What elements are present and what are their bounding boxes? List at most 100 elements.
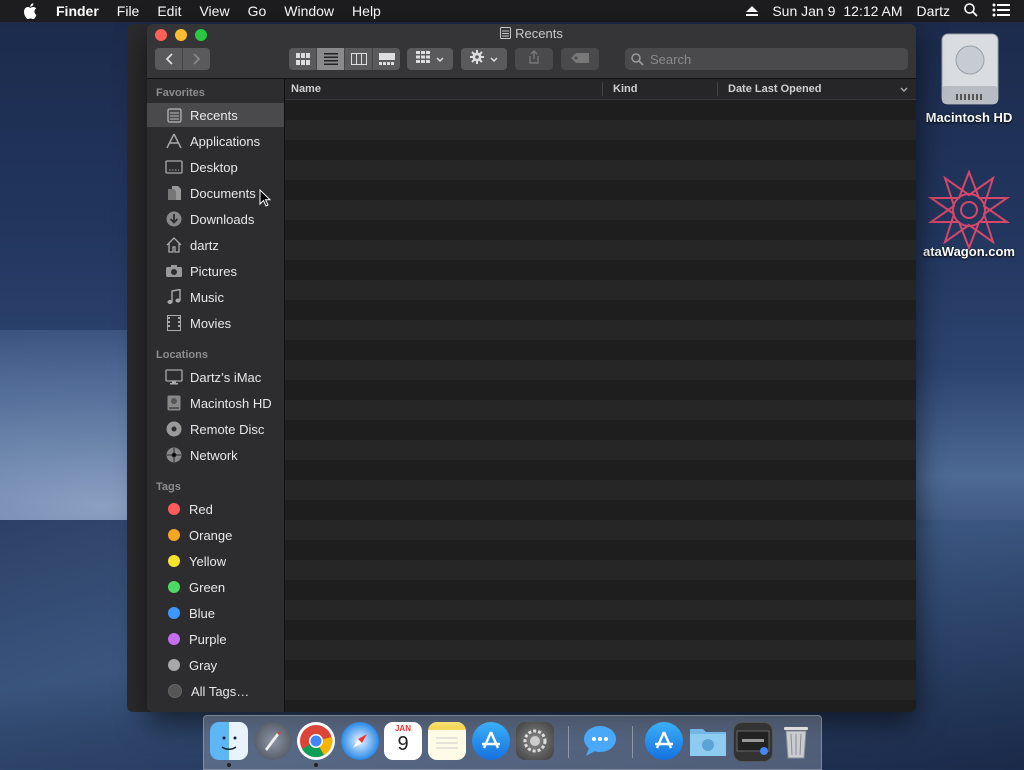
sidebar-item-macintosh-hd[interactable]: Macintosh HD [147, 391, 284, 415]
search-icon [631, 52, 644, 66]
sidebar-tag-purple[interactable]: Purple [147, 627, 284, 651]
menu-file[interactable]: File [117, 3, 140, 19]
home-icon [164, 236, 184, 254]
menu-window[interactable]: Window [284, 3, 334, 19]
spotlight-search-icon[interactable] [964, 2, 978, 20]
search-field[interactable]: Search [625, 48, 908, 70]
dock-messages-icon[interactable] [581, 722, 619, 760]
share-icon [528, 49, 540, 69]
sidebar-item-imac[interactable]: Dartz’s iMac [147, 365, 284, 389]
dock-screenshot-icon[interactable] [733, 722, 773, 762]
column-divider[interactable] [717, 82, 718, 96]
column-divider[interactable] [602, 82, 603, 96]
dock-app-store-folder-icon[interactable] [645, 722, 683, 760]
tag-color-dot [168, 633, 180, 645]
window-title: Recents [147, 26, 916, 42]
forward-button[interactable] [183, 48, 210, 70]
sort-chevron-down-icon[interactable] [900, 84, 908, 96]
desktop-icon-label: ataWagon.com [923, 244, 1015, 259]
title-bar[interactable]: Recents Search [147, 24, 916, 79]
menu-help[interactable]: Help [352, 3, 381, 19]
recents-icon [164, 106, 184, 124]
sidebar-item-movies[interactable]: Movies [147, 311, 284, 335]
desktop-icon-datawagon[interactable]: ataWagon.com [914, 168, 1024, 259]
desktop-icon [164, 158, 184, 176]
sidebar-tag-label: Red [189, 501, 213, 517]
hard-drive-icon [934, 30, 1004, 110]
sidebar-tag-label: Purple [189, 631, 227, 647]
sidebar-item-label: Remote Disc [190, 421, 265, 437]
view-mode-control [289, 48, 400, 70]
column-header-date-last-opened[interactable]: Date Last Opened [728, 83, 822, 95]
desktop-icon-macintosh-hd[interactable]: Macintosh HD [914, 30, 1024, 125]
sidebar-item-remote-disc[interactable]: Remote Disc [147, 417, 284, 441]
action-button[interactable] [461, 48, 507, 70]
sidebar-item-network[interactable]: Network [147, 443, 284, 467]
dock-finder-icon[interactable] [210, 722, 248, 760]
music-icon [164, 288, 184, 306]
sidebar-item-applications[interactable]: Applications [147, 129, 284, 153]
gallery-view-button[interactable] [373, 48, 400, 70]
running-indicator [227, 763, 231, 767]
gear-icon [470, 49, 484, 69]
dock-folder-icon[interactable] [689, 722, 727, 760]
column-view-button[interactable] [345, 48, 373, 70]
column-header-kind[interactable]: Kind [613, 83, 637, 95]
mouse-cursor-icon [259, 188, 272, 212]
column-header-row: Name Kind Date Last Opened [285, 79, 916, 100]
sidebar-item-recents[interactable]: Recents [147, 103, 284, 127]
edit-tags-button[interactable] [561, 48, 599, 70]
file-list-rows[interactable] [285, 100, 916, 712]
menubar-user[interactable]: Dartz [917, 3, 950, 19]
tag-color-dot [168, 555, 180, 567]
sidebar-item-label: Music [190, 289, 224, 305]
dock-launchpad-icon[interactable] [254, 722, 292, 760]
sidebar-item-home[interactable]: dartz [147, 233, 284, 257]
sidebar-tag-red[interactable]: Red [147, 497, 284, 521]
notification-center-icon[interactable] [992, 3, 1010, 20]
dock-notes-icon[interactable] [428, 722, 466, 760]
sidebar-all-tags[interactable]: All Tags… [147, 679, 284, 703]
sidebar-tag-label: Gray [189, 657, 218, 673]
imac-icon [164, 368, 184, 386]
icon-view-button[interactable] [289, 48, 317, 70]
sidebar-item-desktop[interactable]: Desktop [147, 155, 284, 179]
sidebar-item-label: Movies [190, 315, 232, 331]
sidebar-item-pictures[interactable]: Pictures [147, 259, 284, 283]
sidebar-item-label: Recents [190, 107, 238, 123]
menu-app-name[interactable]: Finder [56, 3, 99, 19]
downloads-icon [164, 210, 184, 228]
menubar-time[interactable]: 12:12 AM [843, 3, 902, 19]
group-by-button[interactable] [407, 48, 453, 70]
file-list[interactable]: Name Kind Date Last Opened [285, 79, 916, 712]
dock-system-preferences-icon[interactable] [516, 722, 554, 760]
sidebar-tag-blue[interactable]: Blue [147, 601, 284, 625]
dock-trash-icon[interactable] [777, 722, 815, 760]
menu-view[interactable]: View [199, 3, 229, 19]
menu-edit[interactable]: Edit [157, 3, 181, 19]
sidebar-tag-orange[interactable]: Orange [147, 523, 284, 547]
nav-buttons [155, 48, 210, 70]
sidebar-item-label: Desktop [190, 159, 238, 175]
eject-icon[interactable] [746, 3, 759, 19]
sidebar-item-label: Documents [190, 185, 256, 201]
column-header-name[interactable]: Name [291, 83, 321, 95]
back-button[interactable] [155, 48, 183, 70]
sidebar-item-label: Network [190, 447, 238, 463]
sidebar-tag-gray[interactable]: Gray [147, 653, 284, 677]
dock-safari-icon[interactable] [341, 722, 379, 760]
sidebar-item-music[interactable]: Music [147, 285, 284, 309]
sidebar-tag-green[interactable]: Green [147, 575, 284, 599]
dock-calendar-icon[interactable]: JAN 9 [384, 722, 422, 760]
sidebar-tag-yellow[interactable]: Yellow [147, 549, 284, 573]
share-button[interactable] [515, 48, 553, 70]
menu-bar: Finder File Edit View Go Window Help Sun… [0, 0, 1024, 22]
dock-app-store-icon[interactable] [472, 722, 510, 760]
calendar-month: JAN [394, 724, 411, 733]
dock-chrome-icon[interactable] [297, 722, 335, 760]
menu-go[interactable]: Go [248, 3, 267, 19]
apple-menu-icon[interactable] [20, 2, 40, 20]
documents-icon [164, 184, 184, 202]
menubar-date[interactable]: Sun Jan 9 [772, 3, 835, 19]
list-view-button[interactable] [317, 48, 345, 70]
